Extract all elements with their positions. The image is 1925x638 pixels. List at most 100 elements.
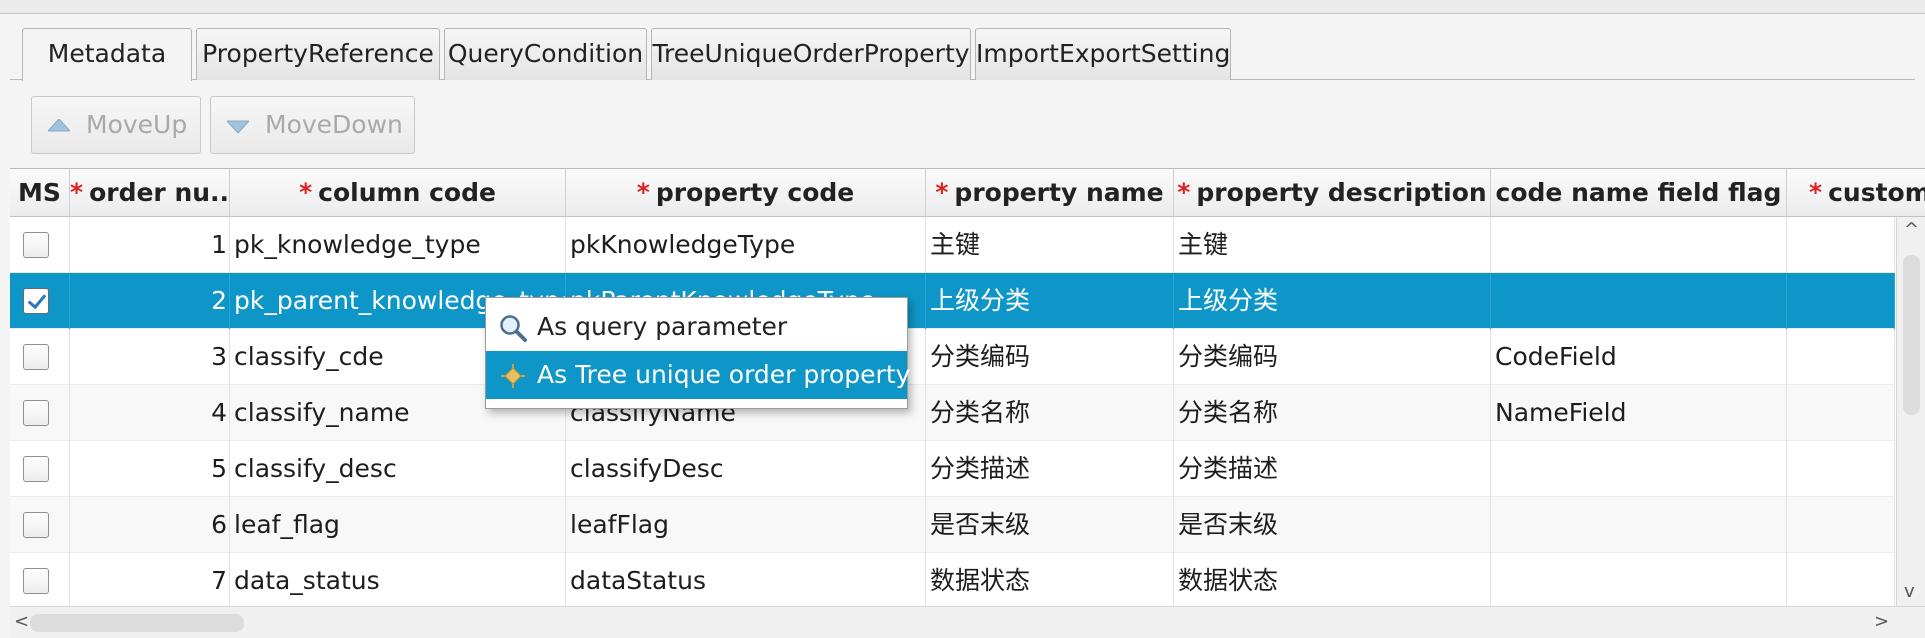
vertical-scrollbar[interactable]: ^ v	[1896, 217, 1925, 606]
ms-cell	[10, 385, 70, 441]
header-property-name[interactable]: * property name	[926, 169, 1174, 217]
code-name-flag-cell: NameField	[1491, 385, 1787, 441]
column-code-cell: data_status	[230, 553, 566, 606]
scroll-left-icon[interactable]: <	[14, 613, 29, 631]
metadata-table: MS * order nu... * column code * property c…	[10, 168, 1925, 606]
row-checkbox[interactable]	[23, 456, 49, 482]
scroll-right-icon[interactable]: >	[1874, 613, 1889, 631]
row-checkbox[interactable]	[23, 568, 49, 594]
header-code-name-field-flag[interactable]: code name field flag	[1491, 169, 1787, 217]
property-name-cell: 主键	[926, 217, 1174, 273]
property-name-cell: 分类名称	[926, 385, 1174, 441]
menu-item-as-query-parameter[interactable]: As query parameter	[486, 303, 907, 351]
ms-cell	[10, 273, 70, 329]
move-down-button[interactable]: MoveDown	[210, 96, 415, 154]
property-description-cell: 上级分类	[1174, 273, 1491, 329]
property-description-cell: 是否末级	[1174, 497, 1491, 553]
header-label: property code	[655, 178, 855, 207]
property-code-cell: pkKnowledgeType	[566, 217, 926, 273]
menu-item-label: As Tree unique order property	[537, 360, 911, 389]
required-marker: *	[1809, 178, 1823, 207]
row-checkbox-checked[interactable]	[23, 288, 49, 314]
header-label: custom	[1828, 178, 1925, 207]
table-row[interactable]: 6 leaf_flag leafFlag 是否末级 是否末级	[10, 497, 1895, 553]
tree-node-icon	[501, 364, 525, 388]
column-code-cell: pk_knowledge_type	[230, 217, 566, 273]
scroll-up-icon[interactable]: ^	[1904, 221, 1919, 239]
header-property-code[interactable]: * property code	[566, 169, 926, 217]
move-down-label: MoveDown	[265, 110, 403, 139]
magnifier-icon	[500, 315, 527, 342]
property-name-cell: 数据状态	[926, 553, 1174, 606]
tab-metadata[interactable]: Metadata	[22, 28, 192, 81]
move-up-button[interactable]: MoveUp	[31, 96, 201, 154]
property-code-cell: classifyDesc	[566, 441, 926, 497]
table-header: MS * order nu... * column code * property c…	[10, 169, 1925, 217]
table-row[interactable]: 3 classify_cde classifyCode 分类编码 分类编码 Co…	[10, 329, 1895, 385]
horizontal-scroll-thumb[interactable]	[30, 614, 244, 632]
code-name-flag-cell	[1491, 553, 1787, 606]
custom-cell	[1787, 497, 1895, 553]
toolbar: MoveUp MoveDown	[10, 82, 1915, 168]
property-description-cell: 数据状态	[1174, 553, 1491, 606]
header-label: MS	[18, 178, 61, 207]
property-name-cell: 是否末级	[926, 497, 1174, 553]
scroll-down-icon[interactable]: v	[1904, 583, 1915, 601]
menu-item-as-tree-unique-order-property[interactable]: As Tree unique order property	[486, 351, 911, 399]
header-label: property description	[1196, 178, 1487, 207]
code-name-flag-cell: CodeField	[1491, 329, 1787, 385]
header-custom[interactable]: * custom	[1787, 169, 1925, 217]
table-row-selected[interactable]: 2 pk_parent_knowledge_type pkParentKnowl…	[10, 273, 1895, 329]
header-label: property name	[954, 178, 1164, 207]
tab-import-export-setting[interactable]: ImportExportSetting	[975, 28, 1231, 80]
code-name-flag-cell	[1491, 217, 1787, 273]
property-code-cell: leafFlag	[566, 497, 926, 553]
horizontal-scrollbar[interactable]: < >	[10, 606, 1925, 638]
property-description-cell: 主键	[1174, 217, 1491, 273]
property-code-cell: dataStatus	[566, 553, 926, 606]
tab-property-reference[interactable]: PropertyReference	[196, 28, 440, 80]
tab-bar: Metadata PropertyReference QueryConditio…	[10, 26, 1915, 81]
row-checkbox[interactable]	[23, 232, 49, 258]
table-row[interactable]: 1 pk_knowledge_type pkKnowledgeType 主键 主…	[10, 217, 1895, 273]
context-menu: As query parameter As Tree unique order …	[485, 297, 911, 409]
header-label: order nu...	[89, 178, 230, 207]
ms-cell	[10, 329, 70, 385]
vertical-scroll-thumb[interactable]	[1903, 255, 1920, 415]
code-name-flag-cell	[1491, 273, 1787, 329]
ms-cell	[10, 441, 70, 497]
ms-cell	[10, 497, 70, 553]
ms-cell	[10, 553, 70, 606]
table-row[interactable]: 7 data_status dataStatus 数据状态 数据状态	[10, 553, 1895, 606]
row-checkbox[interactable]	[23, 400, 49, 426]
required-marker: *	[70, 178, 84, 207]
header-label: column code	[318, 178, 496, 207]
table-row[interactable]: 4 classify_name classifyName 分类名称 分类名称 N…	[10, 385, 1895, 441]
header-column-code[interactable]: * column code	[230, 169, 566, 217]
row-checkbox[interactable]	[23, 512, 49, 538]
header-property-description[interactable]: * property description	[1174, 169, 1491, 217]
ms-cell	[10, 217, 70, 273]
header-label: code name field flag	[1495, 178, 1782, 207]
arrow-down-icon	[227, 120, 249, 133]
order-cell: 7	[70, 553, 230, 606]
property-name-cell: 上级分类	[926, 273, 1174, 329]
tab-tree-unique-order-property[interactable]: TreeUniqueOrderProperty	[651, 28, 971, 80]
property-description-cell: 分类描述	[1174, 441, 1491, 497]
column-code-cell: leaf_flag	[230, 497, 566, 553]
table-row[interactable]: 5 classify_desc classifyDesc 分类描述 分类描述	[10, 441, 1895, 497]
header-ms[interactable]: MS	[10, 169, 70, 217]
top-strip	[0, 0, 1925, 14]
column-code-cell: classify_desc	[230, 441, 566, 497]
custom-cell	[1787, 217, 1895, 273]
required-marker: *	[636, 178, 650, 207]
order-cell: 1	[70, 217, 230, 273]
row-checkbox[interactable]	[23, 344, 49, 370]
code-name-flag-cell	[1491, 497, 1787, 553]
order-cell: 5	[70, 441, 230, 497]
arrow-up-icon	[48, 119, 70, 132]
header-order-number[interactable]: * order nu...	[70, 169, 230, 217]
tab-query-condition[interactable]: QueryCondition	[444, 28, 647, 80]
code-name-flag-cell	[1491, 441, 1787, 497]
custom-cell	[1787, 553, 1895, 606]
